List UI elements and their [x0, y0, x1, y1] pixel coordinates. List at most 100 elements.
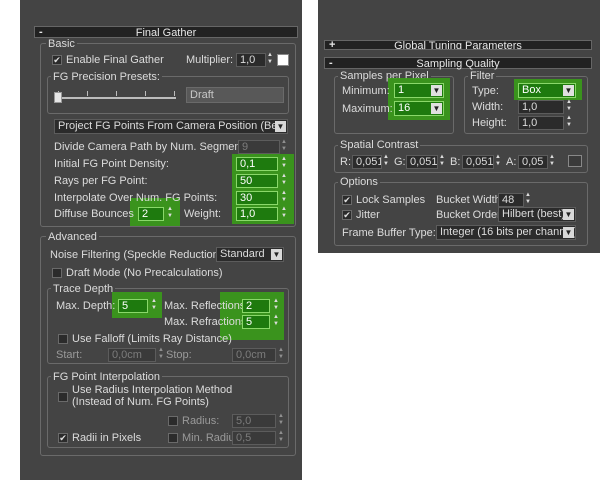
max-depth-spinner[interactable] — [151, 298, 159, 313]
lock-samples-checkbox[interactable]: ✔ — [342, 195, 352, 205]
weight-input[interactable]: 1,0 — [236, 207, 278, 221]
contrast-g-spinner[interactable] — [439, 154, 447, 169]
filter-height-label: Height: — [472, 117, 507, 129]
min-radius-input[interactable]: 0,5 — [232, 431, 276, 445]
multiplier-color-swatch[interactable] — [277, 54, 289, 66]
use-radius-label-line2: (Instead of Num. FG Points) — [72, 396, 209, 408]
divide-camera-input[interactable]: 9 — [238, 140, 280, 154]
weight-label: Weight: — [184, 208, 222, 220]
multiplier-spinner[interactable] — [267, 52, 275, 67]
minimum-value: 1 — [398, 84, 405, 96]
max-depth-label: Max. Depth: — [56, 300, 116, 312]
filter-height-spinner[interactable] — [566, 115, 574, 130]
start-input[interactable]: 0,0cm — [108, 348, 156, 362]
enable-final-gather-checkbox[interactable]: ✔ — [52, 55, 62, 65]
contrast-r-label: R: — [340, 156, 351, 168]
advanced-group-label: Advanced — [46, 231, 99, 243]
draft-mode-checkbox[interactable] — [52, 268, 62, 278]
contrast-r-spinner[interactable] — [383, 154, 391, 169]
max-depth-input[interactable]: 5 — [118, 299, 148, 313]
bucket-order-label: Bucket Order: — [436, 209, 504, 221]
collapse-icon[interactable]: - — [39, 26, 43, 38]
global-tuning-rollout-title[interactable]: + Global Tuning Parameters — [324, 40, 592, 50]
use-radius-checkbox[interactable] — [58, 392, 68, 402]
bucket-width-label: Bucket Width: — [436, 194, 504, 206]
chevron-down-icon: ▼ — [275, 121, 286, 132]
use-falloff-label: Use Falloff (Limits Ray Distance) — [72, 333, 232, 345]
stop-spinner[interactable] — [278, 347, 286, 362]
initial-density-input[interactable]: 0,1 — [236, 157, 278, 171]
min-radius-spinner[interactable] — [278, 430, 286, 445]
contrast-a-spinner[interactable] — [549, 154, 557, 169]
noise-filtering-label: Noise Filtering (Speckle Reduction): — [50, 249, 226, 261]
fg-point-interpolation-label: FG Point Interpolation — [51, 371, 163, 383]
presets-slider-thumb[interactable] — [54, 92, 62, 103]
start-spinner[interactable] — [158, 347, 166, 362]
bucket-width-input[interactable]: 48 — [498, 193, 524, 207]
weight-spinner[interactable] — [281, 206, 289, 221]
interpolate-label: Interpolate Over Num. FG Points: — [54, 192, 218, 204]
chevron-down-icon: ▼ — [563, 209, 574, 220]
contrast-b-input[interactable]: 0,051 — [462, 155, 494, 169]
multiplier-input[interactable]: 1,0 — [236, 53, 266, 67]
min-radius-checkbox[interactable] — [168, 433, 178, 443]
frame-buffer-dropdown[interactable]: Integer (16 bits per channel) ▼ — [436, 225, 576, 240]
sampling-quality-panel: + Global Tuning Parameters - Sampling Qu… — [318, 0, 600, 253]
radii-in-pixels-label: Radii in Pixels — [72, 432, 142, 444]
noise-filtering-dropdown[interactable]: Standard ▼ — [216, 247, 284, 262]
chevron-down-icon: ▼ — [563, 227, 574, 238]
contrast-a-label: A: — [506, 156, 517, 168]
radius-input[interactable]: 5,0 — [232, 414, 276, 428]
contrast-color-swatch[interactable] — [568, 155, 582, 167]
max-refractions-spinner[interactable] — [273, 314, 281, 329]
diffuse-bounces-label: Diffuse Bounces — [54, 208, 134, 220]
maximum-label: Maximum: — [342, 103, 393, 115]
final-gather-rollout-title[interactable]: - Final Gather — [34, 26, 298, 39]
radius-checkbox[interactable] — [168, 416, 178, 426]
interpolate-spinner[interactable] — [281, 190, 289, 205]
options-label: Options — [338, 176, 380, 188]
filter-height-input[interactable]: 1,0 — [518, 116, 564, 130]
use-falloff-checkbox[interactable] — [58, 334, 68, 344]
filter-type-dropdown[interactable]: Box ▼ — [518, 83, 576, 98]
project-fg-points-value: Project FG Points From Camera Position (… — [58, 120, 287, 132]
contrast-b-spinner[interactable] — [495, 154, 503, 169]
bucket-order-dropdown[interactable]: Hilbert (best) ▼ — [498, 207, 576, 222]
rays-per-point-input[interactable]: 50 — [236, 174, 278, 188]
collapse-icon[interactable]: - — [329, 57, 333, 69]
jitter-checkbox[interactable]: ✔ — [342, 210, 352, 220]
contrast-g-input[interactable]: 0,051 — [406, 155, 438, 169]
fg-precision-presets-label: FG Precision Presets: — [51, 71, 162, 83]
chevron-down-icon: ▼ — [271, 249, 282, 260]
sampling-quality-rollout-title[interactable]: - Sampling Quality — [324, 57, 592, 70]
diffuse-bounces-spinner[interactable] — [167, 206, 175, 221]
contrast-a-input[interactable]: 0,05 — [518, 155, 548, 169]
minimum-dropdown[interactable]: 1 ▼ — [394, 83, 444, 98]
contrast-r-input[interactable]: 0,051 — [352, 155, 382, 169]
max-refractions-input[interactable]: 5 — [242, 315, 270, 329]
diffuse-bounces-input[interactable]: 2 — [138, 207, 164, 221]
divide-camera-spinner[interactable] — [281, 139, 289, 154]
filter-width-input[interactable]: 1,0 — [518, 100, 564, 114]
max-reflections-input[interactable]: 2 — [242, 299, 270, 313]
center-gap — [302, 0, 318, 480]
filter-width-spinner[interactable] — [566, 99, 574, 114]
enable-final-gather-label: Enable Final Gather — [66, 54, 164, 66]
max-reflections-spinner[interactable] — [273, 298, 281, 313]
radius-spinner[interactable] — [278, 413, 286, 428]
expand-icon[interactable]: + — [329, 41, 335, 49]
bucket-order-value: Hilbert (best) — [502, 208, 565, 220]
stop-input[interactable]: 0,0cm — [232, 348, 276, 362]
rays-per-point-spinner[interactable] — [281, 173, 289, 188]
stop-label: Stop: — [166, 349, 192, 361]
interpolate-input[interactable]: 30 — [236, 191, 278, 205]
bucket-width-spinner[interactable] — [525, 192, 533, 207]
initial-density-spinner[interactable] — [281, 156, 289, 171]
filter-type-label: Type: — [472, 85, 499, 97]
divide-camera-label: Divide Camera Path by Num. Segments: — [54, 141, 253, 153]
filter-label: Filter — [468, 70, 497, 82]
maximum-dropdown[interactable]: 16 ▼ — [394, 101, 444, 116]
presets-slider-track[interactable] — [58, 97, 176, 99]
project-fg-points-dropdown[interactable]: Project FG Points From Camera Position (… — [54, 119, 288, 134]
radii-in-pixels-checkbox[interactable]: ✔ — [58, 433, 68, 443]
